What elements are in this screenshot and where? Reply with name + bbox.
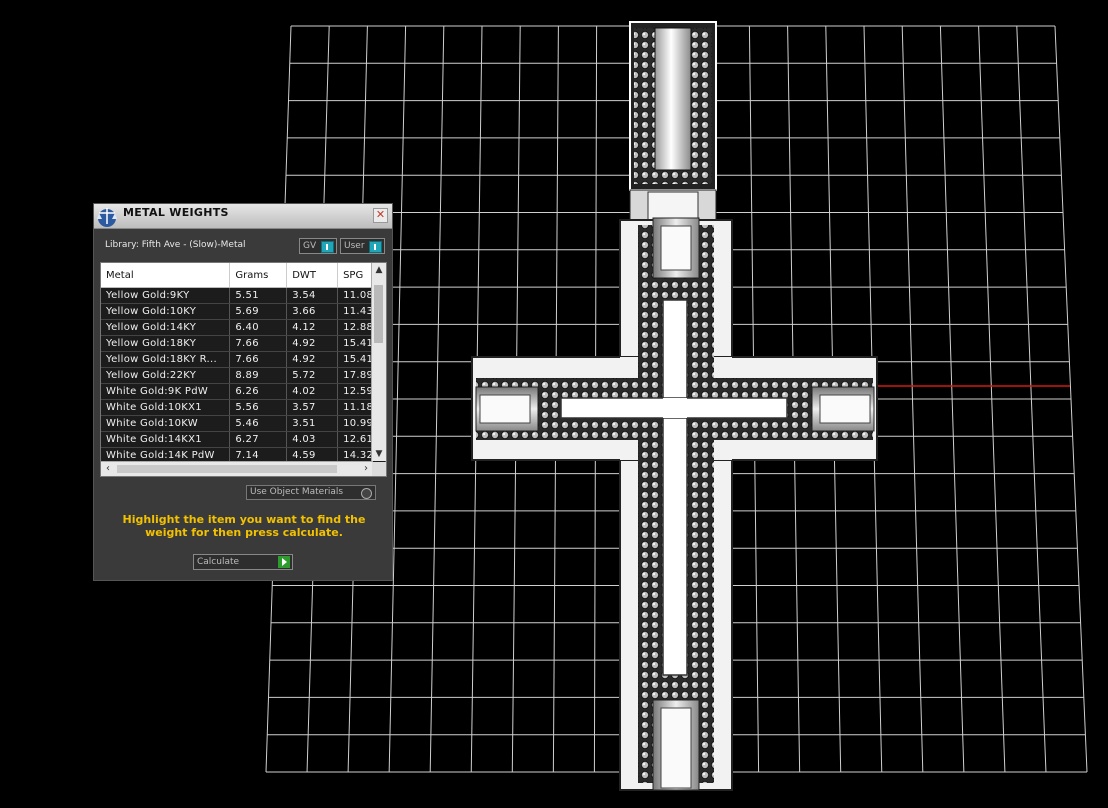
metal-table: Metal Grams DWT SPG Yellow Gold:9KY 5.51 3… xyxy=(100,262,387,477)
scroll-right-icon[interactable]: › xyxy=(359,462,373,476)
scale-balance-icon xyxy=(97,208,117,227)
table-cell: Yellow Gold:18KY R... xyxy=(101,351,231,368)
horizontal-scrollbar[interactable]: ‹ › xyxy=(101,461,373,476)
panel-title: METAL WEIGHTS xyxy=(123,206,229,219)
cross-pendant-model[interactable] xyxy=(471,21,878,791)
scroll-up-icon[interactable]: ▲ xyxy=(372,263,386,277)
table-cell: White Gold:10KX1 xyxy=(101,399,231,416)
table-cell: 7.66 xyxy=(229,351,288,368)
user-toggle-label: User xyxy=(344,241,365,251)
table-cell: Yellow Gold:9KY xyxy=(101,287,231,304)
scroll-thumb[interactable] xyxy=(374,285,383,343)
table-row[interactable]: Yellow Gold:22KY 8.89 5.72 17.89 xyxy=(101,367,386,384)
instruction-text: Highlight the item you want to find the … xyxy=(122,513,366,539)
scroll-corner xyxy=(372,462,386,476)
table-cell: 6.27 xyxy=(229,431,288,448)
table-row[interactable]: Yellow Gold:18KY 7.66 4.92 15.41 xyxy=(101,335,386,352)
table-row[interactable]: White Gold:10KW 5.46 3.51 10.99 xyxy=(101,415,386,432)
table-cell: 3.57 xyxy=(286,399,339,416)
calculate-label: Calculate xyxy=(197,557,240,567)
toggle-switch-icon xyxy=(369,241,382,253)
calculate-button[interactable]: Calculate xyxy=(193,554,293,570)
table-cell: 8.89 xyxy=(229,367,288,384)
table-cell: 3.54 xyxy=(286,287,339,304)
panel-titlebar[interactable]: METAL WEIGHTS ✕ xyxy=(94,204,392,229)
table-row[interactable]: White Gold:9K PdW 6.26 4.02 12.59 xyxy=(101,383,386,400)
table-row[interactable]: Yellow Gold:14KY 6.40 4.12 12.88 xyxy=(101,319,386,336)
use-object-materials-checkbox[interactable]: Use Object Materials xyxy=(246,485,376,500)
scroll-down-icon[interactable]: ▼ xyxy=(372,447,386,461)
table-cell: 3.51 xyxy=(286,415,339,432)
table-cell: 5.56 xyxy=(229,399,288,416)
library-label: Library: Fifth Ave - (Slow)-Metal xyxy=(105,240,246,250)
table-cell: 6.26 xyxy=(229,383,288,400)
table-row[interactable]: Yellow Gold:9KY 5.51 3.54 11.08 xyxy=(101,287,386,304)
column-header-metal[interactable]: Metal xyxy=(101,263,231,288)
table-cell: 4.03 xyxy=(286,431,339,448)
table-cell: 5.72 xyxy=(286,367,339,384)
table-cell: White Gold:10KW xyxy=(101,415,231,432)
table-cell: 4.02 xyxy=(286,383,339,400)
user-toggle[interactable]: User xyxy=(340,238,385,254)
radio-icon[interactable] xyxy=(361,488,372,499)
table-cell: Yellow Gold:10KY xyxy=(101,303,231,320)
use-object-materials-label: Use Object Materials xyxy=(250,487,344,497)
table-row[interactable]: Yellow Gold:18KY R... 7.66 4.92 15.41 xyxy=(101,351,386,368)
table-row[interactable]: White Gold:14KX1 6.27 4.03 12.61 xyxy=(101,431,386,448)
toggle-switch-icon xyxy=(321,241,334,253)
table-cell: 3.66 xyxy=(286,303,339,320)
table-cell: 5.46 xyxy=(229,415,288,432)
scroll-thumb[interactable] xyxy=(117,465,337,473)
column-header-dwt[interactable]: DWT xyxy=(286,263,339,288)
vertical-scrollbar[interactable]: ▲ ▼ xyxy=(371,263,386,461)
table-cell: Yellow Gold:18KY xyxy=(101,335,231,352)
table-cell: 4.92 xyxy=(286,335,339,352)
table-cell: Yellow Gold:22KY xyxy=(101,367,231,384)
table-cell: 4.92 xyxy=(286,351,339,368)
column-header-grams[interactable]: Grams xyxy=(229,263,288,288)
close-button[interactable]: ✕ xyxy=(373,208,388,223)
table-cell: 4.12 xyxy=(286,319,339,336)
play-icon xyxy=(278,556,290,568)
table-cell: White Gold:14KX1 xyxy=(101,431,231,448)
table-cell: Yellow Gold:14KY xyxy=(101,319,231,336)
gv-toggle[interactable]: GV xyxy=(299,238,337,254)
table-row[interactable]: White Gold:10KX1 5.56 3.57 11.18 xyxy=(101,399,386,416)
gv-toggle-label: GV xyxy=(303,241,317,251)
table-cell: 5.69 xyxy=(229,303,288,320)
table-cell: White Gold:9K PdW xyxy=(101,383,231,400)
table-row[interactable]: Yellow Gold:10KY 5.69 3.66 11.43 xyxy=(101,303,386,320)
table-cell: 7.66 xyxy=(229,335,288,352)
table-cell: 5.51 xyxy=(229,287,288,304)
table-cell: 6.40 xyxy=(229,319,288,336)
scroll-left-icon[interactable]: ‹ xyxy=(101,462,115,476)
metal-weights-panel: METAL WEIGHTS ✕ Library: Fifth Ave - (Sl… xyxy=(93,203,393,581)
